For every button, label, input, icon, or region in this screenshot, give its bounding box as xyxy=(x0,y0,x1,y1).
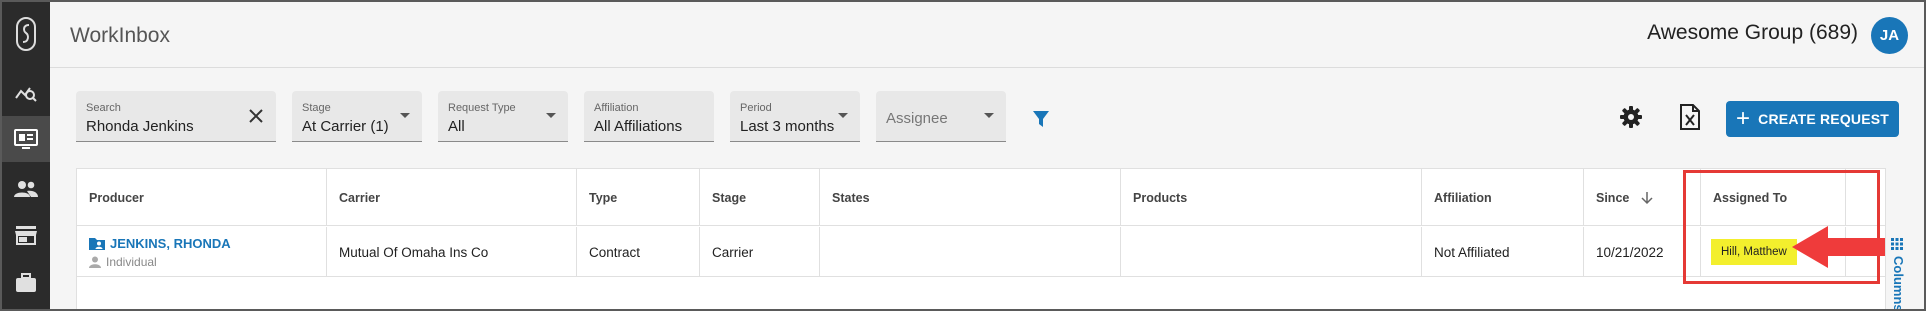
people-icon xyxy=(14,181,38,197)
states-cell xyxy=(820,227,1121,277)
analytics-icon xyxy=(15,87,37,102)
sidebar xyxy=(2,2,50,309)
search-label: Search xyxy=(86,102,121,114)
stage-label: Stage xyxy=(302,102,331,114)
producer-type-label: Individual xyxy=(106,254,157,269)
producer-link[interactable]: JENKINS, RHONDA xyxy=(89,236,231,251)
request-type-value: All xyxy=(448,118,465,135)
column-header-states[interactable]: States xyxy=(820,169,1121,226)
affiliation-cell: Not Affiliated xyxy=(1422,227,1584,277)
clear-search-icon[interactable] xyxy=(248,108,264,129)
chevron-down-icon xyxy=(546,113,556,118)
avatar[interactable]: JA xyxy=(1871,17,1908,54)
create-request-label: CREATE REQUEST xyxy=(1758,111,1890,127)
chevron-down-icon xyxy=(838,113,848,118)
search-field[interactable]: Search Rhonda Jenkins xyxy=(76,91,276,142)
assignee-select[interactable]: Assignee xyxy=(876,91,1006,142)
since-label: Since xyxy=(1596,190,1630,205)
requests-table: Producer Carrier Type Stage States Produ… xyxy=(76,168,1886,309)
period-select[interactable]: Period Last 3 months xyxy=(730,91,860,142)
sort-descending-icon[interactable] xyxy=(1641,191,1653,205)
column-header-carrier[interactable]: Carrier xyxy=(327,169,577,226)
chevron-down-icon xyxy=(400,113,410,118)
period-value: Last 3 months xyxy=(740,118,835,135)
excel-export-icon[interactable] xyxy=(1680,104,1700,135)
annotation-arrow-icon xyxy=(1792,226,1885,268)
affiliation-field[interactable]: Affiliation All Affiliations xyxy=(584,91,714,142)
stage-value: At Carrier (1) xyxy=(302,118,389,135)
page-title: WorkInbox xyxy=(70,24,170,47)
carrier-cell: Mutual Of Omaha Ins Co xyxy=(327,227,577,277)
sidebar-item-analytics[interactable] xyxy=(2,70,50,116)
request-type-label: Request Type xyxy=(448,102,516,114)
period-label: Period xyxy=(740,102,772,114)
monitor-inbox-icon xyxy=(14,129,38,149)
settings-gear-icon[interactable] xyxy=(1620,106,1642,133)
app-logo[interactable] xyxy=(2,2,50,66)
store-icon xyxy=(15,226,37,245)
sidebar-item-workinbox[interactable] xyxy=(2,116,50,162)
producer-cell: JENKINS, RHONDA Individual xyxy=(77,227,327,277)
products-cell xyxy=(1121,227,1422,277)
person-icon xyxy=(89,256,101,268)
producer-type: Individual xyxy=(89,255,157,269)
affiliation-value: All Affiliations xyxy=(594,118,683,135)
app-window: WorkInbox Awesome Group (689) JA Search … xyxy=(2,2,1924,309)
top-header: WorkInbox Awesome Group (689) JA xyxy=(50,2,1924,68)
folder-person-icon xyxy=(89,237,105,250)
producer-name: JENKINS, RHONDA xyxy=(110,235,231,251)
chevron-down-icon xyxy=(984,113,994,118)
column-header-affiliation[interactable]: Affiliation xyxy=(1422,169,1584,226)
plus-icon: + xyxy=(1735,105,1751,132)
column-header-stage[interactable]: Stage xyxy=(700,169,820,226)
sidebar-item-briefcase[interactable] xyxy=(2,260,50,306)
group-selector[interactable]: Awesome Group (689) xyxy=(1647,21,1858,45)
column-header-producer[interactable]: Producer xyxy=(77,169,327,226)
affiliation-label: Affiliation xyxy=(594,102,639,114)
filter-icon[interactable] xyxy=(1032,110,1050,133)
create-request-button[interactable]: + CREATE REQUEST xyxy=(1726,101,1899,137)
grid-dots-icon xyxy=(1891,238,1903,250)
stage-cell: Carrier xyxy=(700,227,820,277)
table-row[interactable]: JENKINS, RHONDA Individual Mutual Of Oma… xyxy=(77,227,1885,277)
assignee-placeholder: Assignee xyxy=(886,110,948,127)
briefcase-icon xyxy=(16,273,36,292)
sidebar-item-people[interactable] xyxy=(2,166,50,212)
request-type-select[interactable]: Request Type All xyxy=(438,91,568,142)
stage-select[interactable]: Stage At Carrier (1) xyxy=(292,91,422,142)
logo-icon xyxy=(16,17,36,51)
search-input[interactable]: Rhonda Jenkins xyxy=(86,118,194,135)
sidebar-item-store[interactable] xyxy=(2,212,50,258)
columns-panel-label[interactable]: Columns xyxy=(1891,256,1906,309)
column-header-type[interactable]: Type xyxy=(577,169,700,226)
column-header-products[interactable]: Products xyxy=(1121,169,1422,226)
table-header: Producer Carrier Type Stage States Produ… xyxy=(77,169,1885,226)
type-cell: Contract xyxy=(577,227,700,277)
